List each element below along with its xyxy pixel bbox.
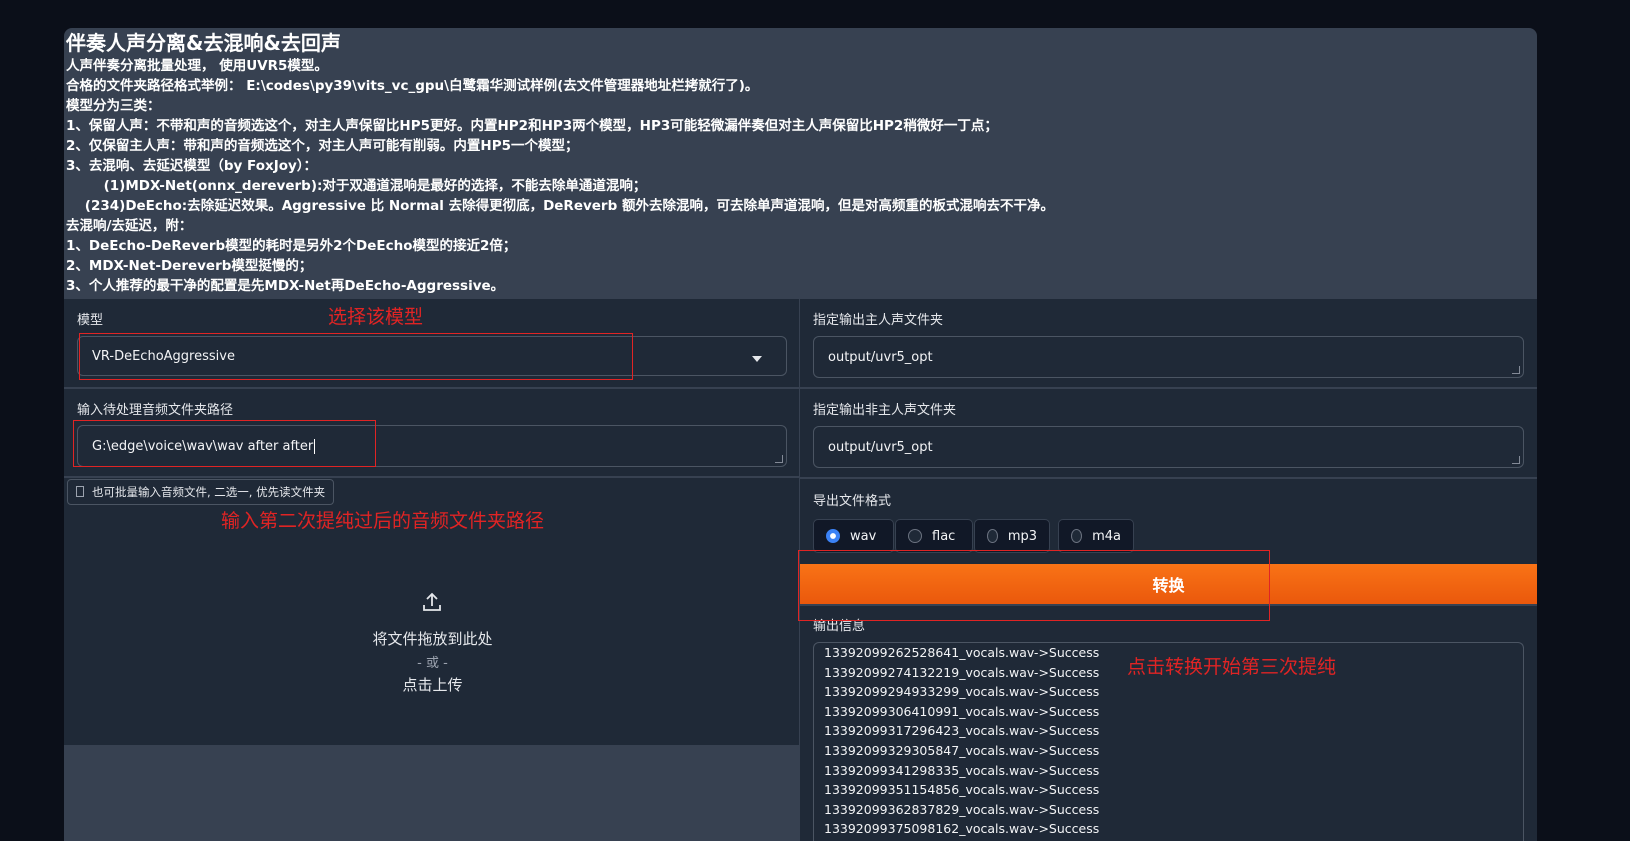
output-line: 13392099375098162_vocals.wav->Success [824,821,1100,837]
input-dir-label: 输入待处理音频文件夹路径 [77,403,234,418]
output-line: 13392099341298335_vocals.wav->Success [824,762,1100,778]
output-ins-value: output/uvr5_opt [828,439,933,455]
desc-line: (1)MDX-Net(onnx_dereverb):对于双通道混响是最好的选择，… [66,178,647,194]
format-option-label: flac [932,528,956,544]
format-option-label: m4a [1092,528,1121,544]
format-option-label: mp3 [1007,528,1037,544]
annotation-input-path: 输入第二次提纯过后的音频文件夹路径 [221,510,545,532]
desc-line: 合格的文件夹路径格式举例： E:\codes\py39\vits_vc_gpu\… [66,78,759,94]
desc-line: 1、DeEcho-DeReverb模型的耗时是另外2个DeEcho模型的接近2倍… [66,238,517,254]
resize-handle-icon[interactable] [1512,456,1520,464]
output-line: 13392099362837829_vocals.wav->Success [824,801,1100,817]
desc-line: 人声伴奏分离批量处理， 使用UVR5模型。 [66,58,328,74]
radio-icon[interactable] [1071,529,1083,543]
format-label: 导出文件格式 [813,494,892,509]
output-vocal-value: output/uvr5_opt [828,349,933,365]
resize-handle-icon[interactable] [1512,366,1520,374]
resize-handle-icon[interactable] [775,455,783,463]
radio-icon[interactable] [987,529,998,543]
output-line: 13392099329305847_vocals.wav->Success [824,742,1100,758]
desc-line: (234)DeEcho:去除延迟效果。Aggressive 比 Normal 去… [66,198,1054,214]
description-block: 伴奏人声分离&去混响&去回声 人声伴奏分离批量处理， 使用UVR5模型。 合格的… [66,30,1529,296]
panel-title: 伴奏人声分离&去混响&去回声 [66,31,341,55]
annotation-click-convert: 点击转换开始第三次提纯 [1127,656,1337,678]
drop-text: 将文件拖放到此处 [372,630,493,648]
desc-line: 3、个人推荐的最干净的配置是先MDX-Net再DeEcho-Aggressive… [66,278,505,294]
output-vocal-label: 指定输出主人声文件夹 [813,313,944,328]
output-ins-field[interactable]: output/uvr5_opt [813,426,1524,468]
upload-icon[interactable] [420,590,444,614]
desc-line: 2、仅保留主人声：带和声的音频选这个，对主人声可能有削弱。内置HP5一个模型； [66,138,579,154]
format-option-flac[interactable]: flac [895,519,973,553]
output-line: 13392099351154856_vocals.wav->Success [824,782,1100,798]
format-option-mp3[interactable]: mp3 [974,519,1050,553]
model-label: 模型 [77,313,104,328]
output-line: 13392099294933299_vocals.wav->Success [824,684,1100,700]
format-option-m4a[interactable]: m4a [1058,519,1134,553]
desc-line: 去混响/去延迟，附： [66,218,193,234]
format-option-label: wav [850,528,877,544]
annotation-box-convert [798,550,1270,621]
format-option-wav[interactable]: wav [813,519,894,553]
radio-selected-icon[interactable] [826,529,840,543]
radio-icon[interactable] [908,529,922,543]
click-upload-text[interactable]: 点击上传 [64,674,801,695]
output-ins-label: 指定输出非主人声文件夹 [813,403,957,418]
desc-line: 3、去混响、去延迟模型（by FoxJoy）： [66,158,318,174]
annotation-select-model: 选择该模型 [328,306,424,328]
desc-line: 2、MDX-Net-Dereverb模型挺慢的； [66,258,313,274]
desc-line: 1、保留人声：不带和声的音频选这个，对主人声保留比HP5更好。内置HP2和HP3… [66,118,998,134]
chevron-down-icon[interactable] [752,356,762,362]
upload-badge: 也可批量输入音频文件, 二选一, 优先读文件夹 [67,479,335,505]
file-icon [76,486,84,497]
upload-badge-text: 也可批量输入音频文件, 二选一, 优先读文件夹 [92,485,326,499]
output-line: 13392099306410991_vocals.wav->Success [824,703,1100,719]
output-line: 13392099317296423_vocals.wav->Success [824,723,1100,739]
desc-line: 模型分为三类： [66,98,161,114]
output-vocal-field[interactable]: output/uvr5_opt [813,336,1524,378]
annotation-box-model [79,333,633,380]
or-text: - 或 - [417,656,448,671]
annotation-box-input [73,420,376,467]
